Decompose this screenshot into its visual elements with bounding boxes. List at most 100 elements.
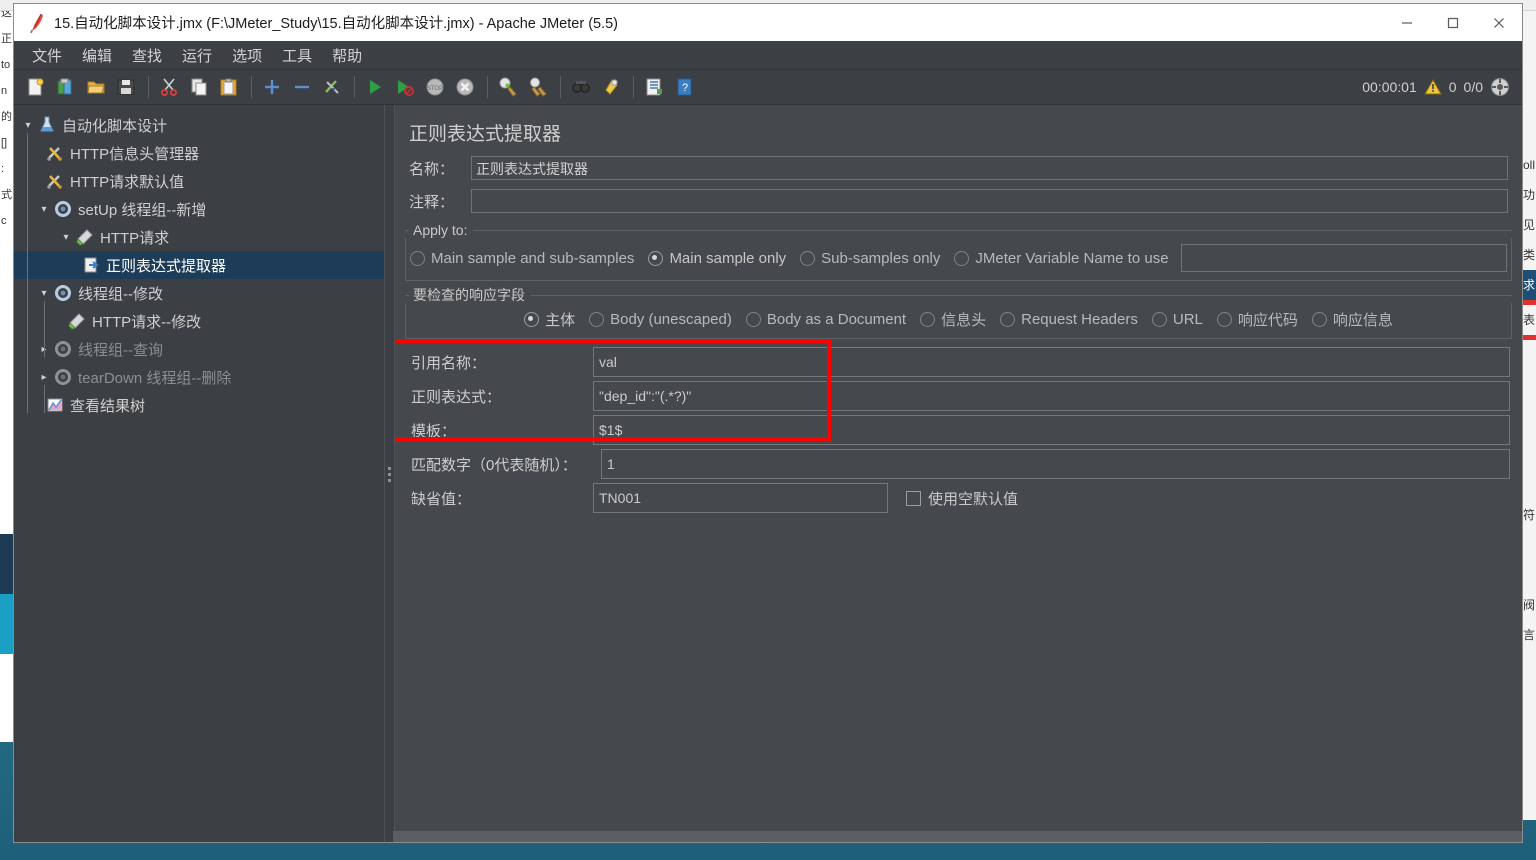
radio-url[interactable]: URL: [1151, 311, 1203, 328]
connections-icon[interactable]: [1490, 77, 1510, 97]
background-window-right[interactable]: oll 功 见 类 求 表 符 阀 言: [1521, 0, 1536, 820]
splitter-grip[interactable]: [388, 467, 391, 482]
template-input[interactable]: $1$: [593, 415, 1510, 445]
tree-item-regex-extractor[interactable]: 正则表达式提取器: [14, 251, 384, 279]
bg-right-line: 符: [1523, 508, 1536, 522]
function-helper-icon[interactable]: [640, 73, 668, 101]
radio-request-headers[interactable]: Request Headers: [1000, 311, 1138, 328]
radio-indicator[interactable]: [1000, 312, 1016, 327]
radio-indicator[interactable]: [954, 250, 970, 266]
response-field-caption: 要检查的响应字段: [413, 287, 525, 303]
comment-input[interactable]: [471, 189, 1508, 213]
copy-icon[interactable]: [185, 73, 213, 101]
menu-search[interactable]: 查找: [122, 43, 172, 68]
radio-indicator[interactable]: [648, 250, 664, 266]
chevron-down-icon[interactable]: ▾: [36, 204, 52, 215]
shutdown-icon[interactable]: [451, 73, 479, 101]
radio-response-message[interactable]: 响应信息: [1311, 309, 1393, 330]
http-defaults-icon: [44, 172, 66, 190]
thread-group-icon: [52, 200, 74, 218]
minimize-button[interactable]: [1384, 4, 1430, 41]
chevron-down-icon[interactable]: ▾: [20, 120, 36, 131]
bg-right-line: 见: [1523, 218, 1536, 232]
radio-indicator[interactable]: [800, 250, 816, 266]
new-icon[interactable]: [22, 73, 50, 101]
radio-main-and-sub[interactable]: Main sample and sub-samples: [410, 250, 634, 267]
checkbox-indicator[interactable]: [906, 490, 921, 506]
radio-indicator[interactable]: [524, 312, 540, 327]
tree-item-test-plan[interactable]: ▾ 自动化脚本设计: [14, 111, 384, 139]
jmeter-variable-input[interactable]: [1180, 244, 1507, 272]
expand-all-icon[interactable]: [258, 73, 286, 101]
tree-item-http-request-modify[interactable]: HTTP请求--修改: [14, 307, 384, 335]
clear-all-icon[interactable]: [524, 73, 552, 101]
maximize-button[interactable]: [1430, 4, 1476, 41]
match-number-input[interactable]: 1: [601, 449, 1510, 479]
stop-icon[interactable]: STOP: [421, 73, 449, 101]
clear-icon[interactable]: [494, 73, 522, 101]
radio-jmeter-variable[interactable]: JMeter Variable Name to use: [954, 250, 1169, 267]
menu-run[interactable]: 运行: [172, 43, 222, 68]
tree-item-label: 线程组--查询: [78, 341, 163, 359]
window-titlebar[interactable]: 15.自动化脚本设计.jmx (F:\JMeter_Study\15.自动化脚本…: [14, 4, 1522, 41]
chevron-down-icon[interactable]: ▾: [58, 232, 74, 243]
close-button[interactable]: [1476, 4, 1522, 41]
radio-body-unescaped[interactable]: Body (unescaped): [589, 311, 732, 328]
test-plan-tree[interactable]: ▾ 自动化脚本设计 HTTP信息头管理器 HTTP请求默认值 ▾ setUp 线…: [14, 105, 384, 842]
panel-bottom-strip: [393, 831, 1522, 842]
radio-indicator[interactable]: [410, 250, 425, 266]
collapse-all-icon[interactable]: [288, 73, 316, 101]
panel-splitter[interactable]: [384, 105, 395, 842]
default-value-input[interactable]: TN001: [593, 483, 888, 513]
open-icon[interactable]: [82, 73, 110, 101]
menu-tools[interactable]: 工具: [272, 43, 322, 68]
radio-indicator[interactable]: [1311, 312, 1327, 327]
jmeter-main-window: 15.自动化脚本设计.jmx (F:\JMeter_Study\15.自动化脚本…: [14, 4, 1522, 842]
toggle-icon[interactable]: [318, 73, 346, 101]
radio-label: Body as a Document: [766, 311, 907, 328]
menu-help[interactable]: 帮助: [322, 43, 372, 68]
start-icon[interactable]: [361, 73, 389, 101]
radio-indicator[interactable]: [1216, 312, 1232, 327]
tree-item-thread-group-query[interactable]: ▸ 线程组--查询: [14, 335, 384, 363]
menu-edit[interactable]: 编辑: [72, 43, 122, 68]
regular-expression-input[interactable]: "dep_id":"(.*?)": [593, 381, 1510, 411]
http-request-icon: [74, 228, 96, 246]
tree-item-header-manager[interactable]: HTTP信息头管理器: [14, 139, 384, 167]
tree-item-view-results-tree[interactable]: 查看结果树: [14, 391, 384, 419]
tree-item-teardown-thread-group[interactable]: ▸ tearDown 线程组--删除: [14, 363, 384, 391]
tree-item-http-request[interactable]: ▾ HTTP请求: [14, 223, 384, 251]
thread-group-icon: [52, 284, 74, 302]
radio-response-code[interactable]: 响应代码: [1216, 309, 1298, 330]
templates-icon[interactable]: [52, 73, 80, 101]
reset-search-icon[interactable]: [597, 73, 625, 101]
radio-indicator[interactable]: [745, 312, 761, 327]
help-icon[interactable]: ?: [670, 73, 698, 101]
radio-indicator[interactable]: [920, 312, 936, 327]
chevron-down-icon[interactable]: ▾: [36, 288, 52, 299]
menu-file[interactable]: 文件: [22, 43, 72, 68]
cut-icon[interactable]: [155, 73, 183, 101]
use-empty-default-checkbox[interactable]: 使用空默认值: [906, 488, 1018, 509]
tree-item-thread-group-modify[interactable]: ▾ 线程组--修改: [14, 279, 384, 307]
tree-item-http-defaults[interactable]: HTTP请求默认值: [14, 167, 384, 195]
tree-item-setup-thread-group[interactable]: ▾ setUp 线程组--新增: [14, 195, 384, 223]
thread-counter: 0/0: [1463, 79, 1483, 95]
radio-body-as-document[interactable]: Body as a Document: [745, 311, 907, 328]
radio-indicator[interactable]: [1151, 312, 1167, 327]
main-content: ▾ 自动化脚本设计 HTTP信息头管理器 HTTP请求默认值 ▾ setUp 线…: [14, 105, 1522, 842]
reference-name-input[interactable]: val: [593, 347, 1510, 377]
name-input[interactable]: 正则表达式提取器: [471, 156, 1508, 180]
radio-headers[interactable]: 信息头: [920, 309, 986, 330]
radio-body[interactable]: 主体: [524, 309, 575, 330]
menu-options[interactable]: 选项: [222, 43, 272, 68]
radio-main-only[interactable]: Main sample only: [648, 250, 786, 267]
start-no-timers-icon[interactable]: [391, 73, 419, 101]
warning-triangle-icon[interactable]: [1423, 79, 1442, 95]
save-icon[interactable]: [112, 73, 140, 101]
paste-icon[interactable]: [215, 73, 243, 101]
radio-indicator[interactable]: [589, 312, 605, 327]
radio-sub-only[interactable]: Sub-samples only: [800, 250, 940, 267]
chevron-right-icon[interactable]: ▸: [36, 372, 52, 383]
search-icon[interactable]: [567, 73, 595, 101]
